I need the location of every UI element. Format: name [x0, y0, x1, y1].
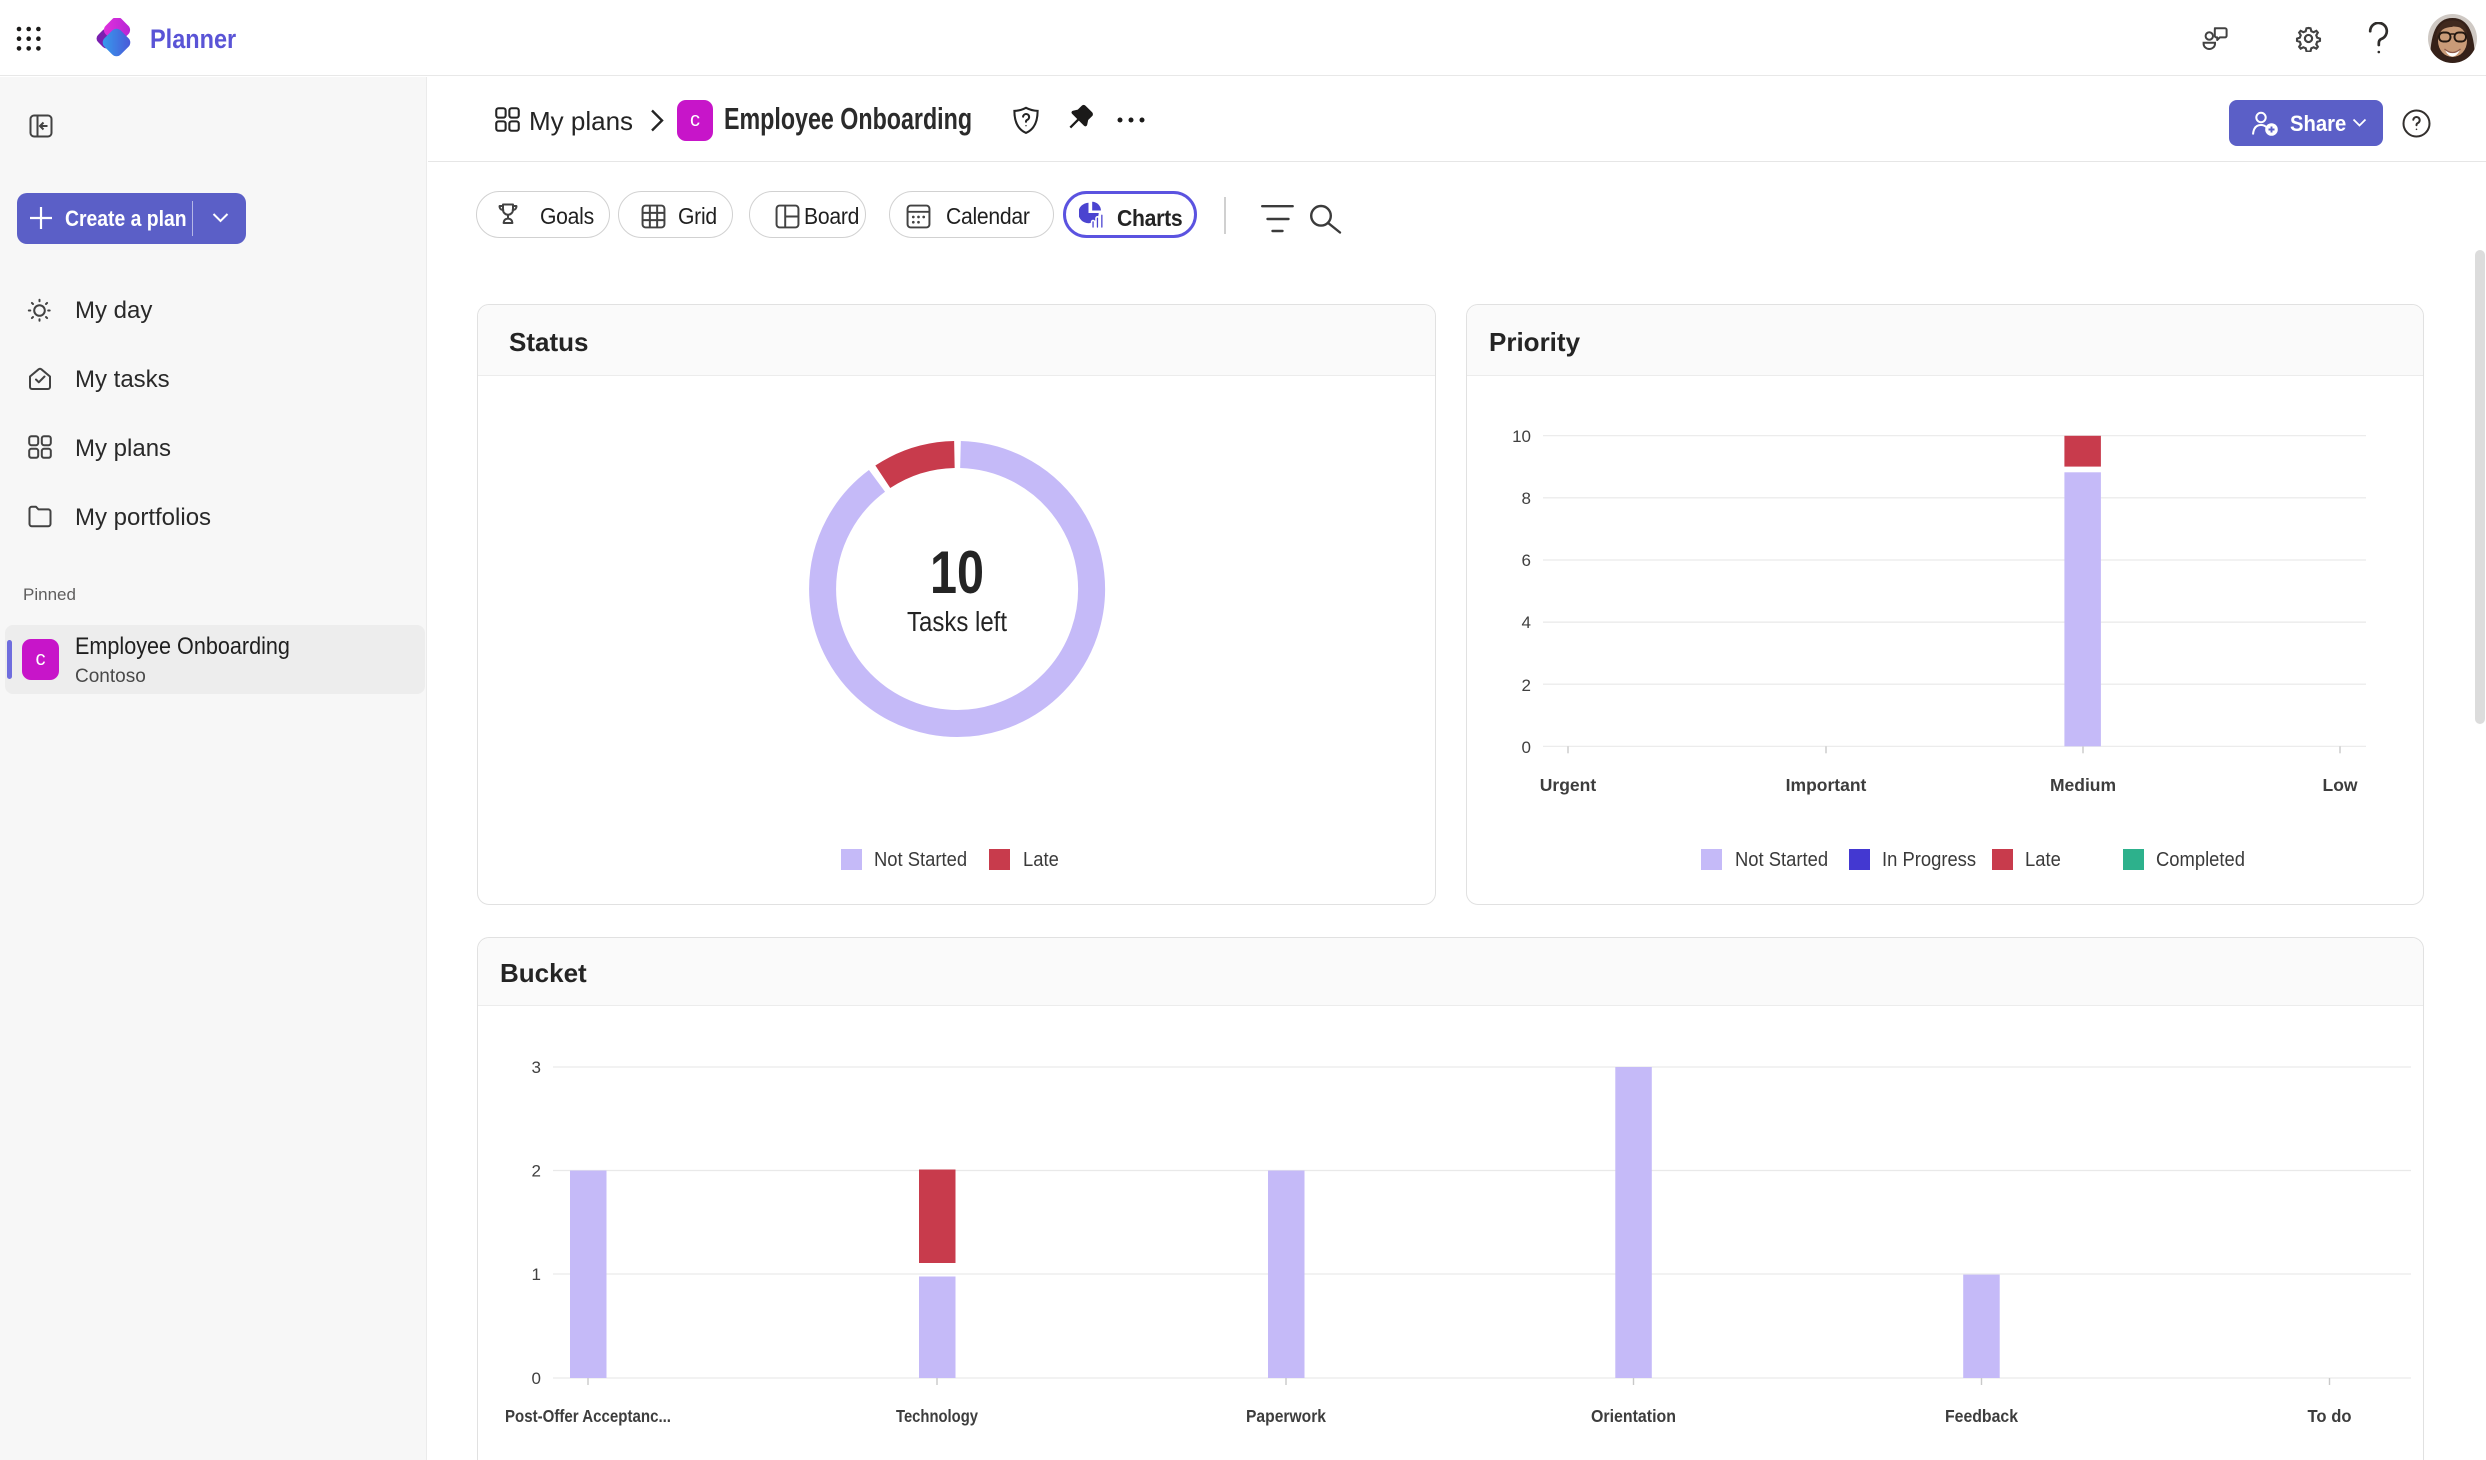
svg-text:3: 3 — [532, 1058, 541, 1077]
svg-text:2: 2 — [1522, 676, 1531, 695]
svg-text:8: 8 — [1522, 489, 1531, 508]
svg-text:6: 6 — [1522, 551, 1531, 570]
svg-text:Tasks left: Tasks left — [907, 606, 1007, 637]
svg-text:Feedback: Feedback — [1945, 1406, 2018, 1426]
svg-text:2: 2 — [532, 1162, 541, 1181]
svg-text:10: 10 — [1512, 427, 1531, 446]
svg-text:10: 10 — [930, 539, 984, 606]
svg-text:Important: Important — [1786, 775, 1867, 795]
svg-text:To do: To do — [2308, 1406, 2352, 1426]
svg-text:0: 0 — [532, 1369, 541, 1388]
svg-text:Orientation: Orientation — [1591, 1406, 1676, 1426]
svg-text:1: 1 — [532, 1265, 541, 1284]
svg-text:Urgent: Urgent — [1540, 775, 1597, 795]
svg-text:Post-Offer Acceptanc...: Post-Offer Acceptanc... — [505, 1406, 671, 1426]
svg-text:0: 0 — [1522, 738, 1531, 757]
svg-text:Medium: Medium — [2050, 775, 2116, 795]
svg-text:Low: Low — [2323, 775, 2358, 795]
svg-text:Technology: Technology — [896, 1406, 978, 1426]
svg-text:4: 4 — [1522, 613, 1531, 632]
svg-text:Paperwork: Paperwork — [1246, 1406, 1326, 1426]
